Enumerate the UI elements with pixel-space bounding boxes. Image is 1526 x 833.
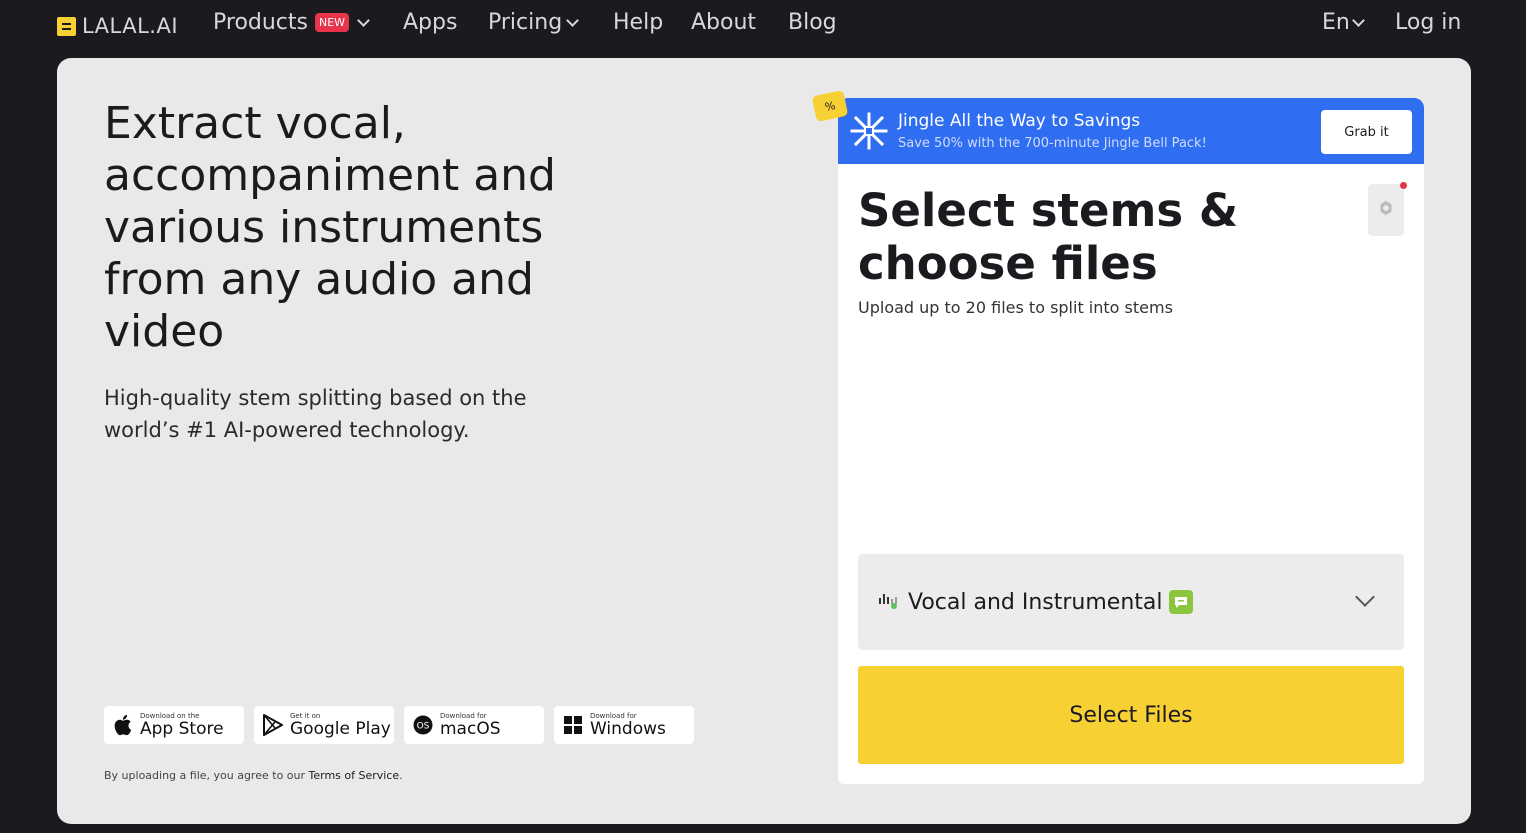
hero-headline: Extract vocal, accompaniment and various… (104, 98, 556, 357)
windows-button[interactable]: Download for Windows (554, 706, 694, 744)
stem-option-label: Vocal and Instrumental (908, 589, 1163, 615)
notification-dot (1400, 182, 1407, 189)
google-play-icon (262, 714, 284, 736)
promo-banner[interactable]: Jingle All the Way to Savings Save 50% w… (838, 98, 1424, 164)
promo-subtitle: Save 50% with the 700-minute Jingle Bell… (898, 136, 1207, 151)
login-link[interactable]: Log in (1395, 10, 1461, 35)
snowflake-icon (850, 112, 888, 150)
upload-panel: Select stems & choose files Upload up to… (838, 164, 1424, 784)
windows-icon (562, 714, 584, 736)
logo-icon (57, 16, 76, 36)
language-label: En (1322, 10, 1350, 35)
chat-bubble-icon (1168, 590, 1193, 614)
store-big-text: Windows (590, 718, 666, 739)
store-big-text: App Store (140, 718, 224, 739)
hero-subline: High-quality stem splitting based on the… (104, 386, 527, 442)
app-store-button[interactable]: Download on the App Store (104, 706, 244, 744)
google-play-button[interactable]: Get it on Google Play (254, 706, 394, 744)
terms-notice: By uploading a file, you agree to our Te… (104, 769, 403, 782)
panel-subtitle: Upload up to 20 files to split into stem… (858, 298, 1173, 317)
grab-it-button[interactable]: Grab it (1321, 110, 1412, 154)
svg-text:OS: OS (417, 722, 430, 732)
login-label: Log in (1395, 10, 1462, 35)
terms-suffix: . (399, 769, 403, 782)
select-files-button[interactable]: Select Files (858, 666, 1404, 764)
nav-about-label: About (691, 10, 757, 35)
nav-products-label: Products (213, 10, 308, 35)
nav-about[interactable]: About (691, 10, 756, 35)
panel-title: Select stems & choose files (858, 184, 1239, 290)
nav-blog-label: Blog (788, 10, 837, 35)
nav-help-label: Help (613, 10, 664, 35)
nav-apps[interactable]: Apps (403, 10, 457, 35)
macos-icon: OS (412, 714, 434, 736)
apple-icon (112, 714, 134, 736)
logo-text: LALAL.AI (82, 14, 179, 38)
store-big-text: Google Play (290, 718, 391, 739)
logo[interactable]: LALAL.AI (57, 14, 178, 38)
waveform-icon (878, 590, 900, 614)
nav-products[interactable]: Products NEW (213, 10, 370, 35)
nav-blog[interactable]: Blog (788, 10, 837, 35)
gear-icon (1378, 200, 1394, 220)
chevron-down-icon (357, 13, 370, 27)
terms-link[interactable]: Terms of Service (309, 769, 400, 782)
nav-apps-label: Apps (403, 10, 458, 35)
terms-prefix: By uploading a file, you agree to our (104, 769, 309, 782)
nav-help[interactable]: Help (613, 10, 663, 35)
stem-type-dropdown[interactable]: Vocal and Instrumental (858, 554, 1404, 650)
nav-pricing-label: Pricing (488, 10, 563, 35)
store-buttons: Download on the App Store Get it on Goog… (104, 706, 694, 744)
new-badge: NEW (315, 13, 350, 32)
macos-button[interactable]: OS Download for macOS (404, 706, 544, 744)
promo-title: Jingle All the Way to Savings (898, 111, 1141, 131)
chevron-down-icon (1355, 587, 1375, 607)
settings-button[interactable] (1368, 182, 1407, 236)
chevron-down-icon (566, 13, 580, 27)
top-nav: LALAL.AI Products NEW Apps Pricing Help … (0, 0, 1526, 52)
main-card: Extract vocal, accompaniment and various… (57, 58, 1471, 824)
chevron-down-icon (1351, 13, 1365, 27)
language-selector[interactable]: En (1322, 10, 1365, 35)
nav-pricing[interactable]: Pricing (488, 10, 580, 35)
store-big-text: macOS (440, 718, 501, 739)
